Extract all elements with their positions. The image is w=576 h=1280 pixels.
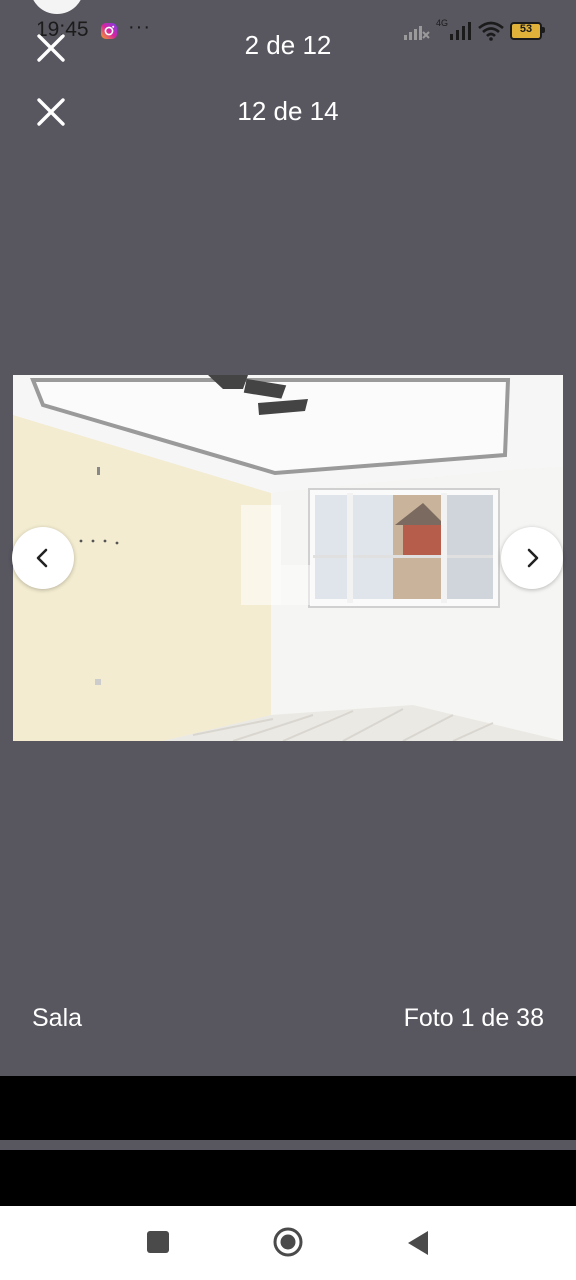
chevron-left-icon <box>36 548 48 568</box>
bottom-bar-lower <box>0 1150 576 1206</box>
room-caption: Sala <box>32 1004 83 1032</box>
recents-square-icon[interactable] <box>147 1231 169 1253</box>
room-photo-image <box>13 375 563 741</box>
photo-count-caption: Foto 1 de 38 <box>403 1004 544 1032</box>
back-triangle-icon[interactable] <box>406 1229 430 1257</box>
next-photo-button[interactable] <box>501 527 563 589</box>
camera-notch <box>30 0 84 14</box>
room-photo[interactable] <box>13 375 563 741</box>
photo-counter-top: 2 de 12 <box>244 30 332 60</box>
previous-photo-button[interactable] <box>12 527 74 589</box>
bottom-bar <box>0 1076 576 1140</box>
network-type-label: 4G <box>435 18 448 28</box>
home-circle-icon[interactable] <box>272 1226 304 1258</box>
photo-counter: 12 de 14 <box>237 96 339 126</box>
chevron-right-icon <box>527 548 539 568</box>
